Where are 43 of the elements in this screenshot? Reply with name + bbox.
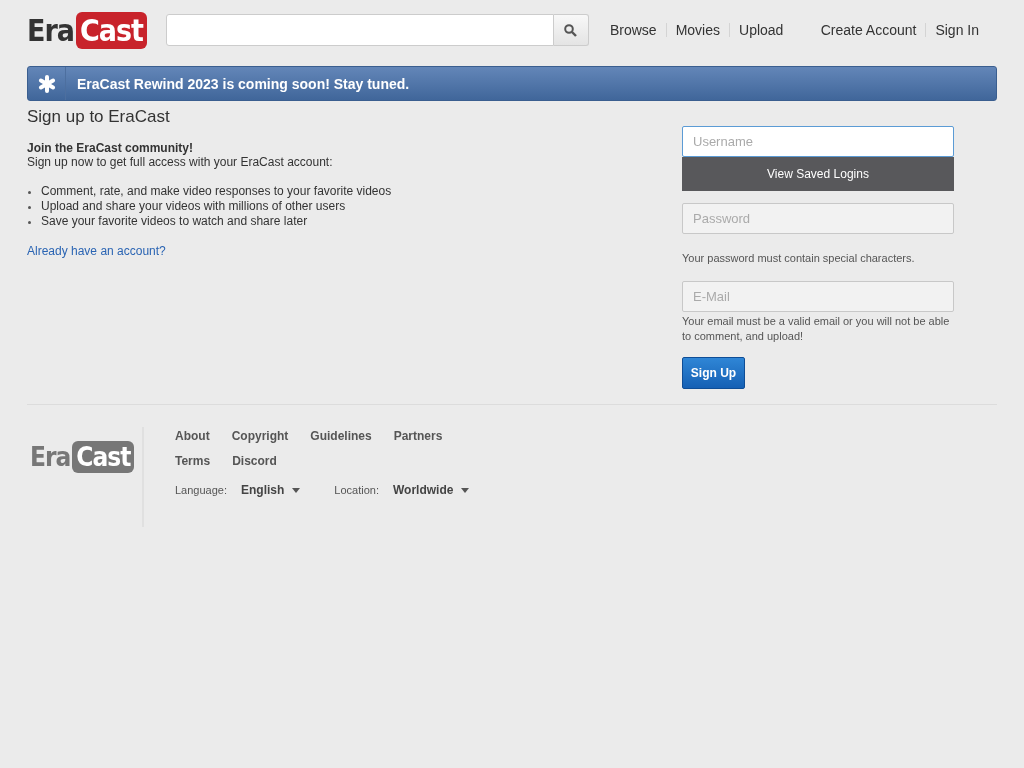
email-field[interactable]: E-Mail <box>682 281 954 312</box>
language-label: Language: <box>175 484 227 496</box>
footer-link[interactable]: Partners <box>393 429 443 443</box>
location-select[interactable]: Worldwide <box>389 483 474 497</box>
caret-icon <box>461 487 470 493</box>
password-field[interactable]: Password <box>682 203 954 234</box>
benefit-item: Comment, rate, and make video responses to your favorite videos <box>41 184 392 199</box>
login-link[interactable]: Already have an account? <box>27 244 166 258</box>
footer-link[interactable]: Guidelines <box>310 429 372 443</box>
password-hint: Your password must contain special characters. <box>682 251 916 266</box>
logo-badge[interactable]: Cast <box>75 11 147 49</box>
email-hint: Your email must be a valid email or you will not be able to comment, and upload! <box>682 314 951 344</box>
intro-text: Sign up now to get full access with your EraCast account: <box>27 155 334 169</box>
logo-text: Era <box>27 12 74 48</box>
username-field[interactable]: Username <box>682 126 954 157</box>
page-title: Sign up to EraCast <box>27 107 171 127</box>
banner-text: EraCast Rewind 2023 is coming soon! Stay tuned. <box>77 75 410 92</box>
search-button[interactable] <box>553 14 589 46</box>
intro-heading: Join the EraCast community! <box>27 141 195 155</box>
nav-link[interactable]: Movies <box>665 23 729 37</box>
bullet-icon <box>28 221 31 224</box>
account-link[interactable]: Sign In <box>925 23 988 37</box>
search-field[interactable] <box>165 14 554 46</box>
logo-text: Era <box>30 442 71 472</box>
footer-link[interactable]: Terms <box>175 454 211 468</box>
language-select[interactable]: English <box>237 483 305 497</box>
benefit-item: Upload and share your videos with millions of other users <box>41 199 346 214</box>
account-link[interactable]: Create Account <box>811 23 926 37</box>
footer-link[interactable]: About <box>175 429 210 443</box>
caret-icon <box>292 487 301 493</box>
nav-link[interactable]: Upload <box>729 23 793 37</box>
nav-link[interactable]: Browse <box>600 23 666 37</box>
bullet-icon <box>28 206 31 209</box>
saved-logins-button[interactable]: View Saved Logins <box>682 157 954 191</box>
asterisk-icon <box>37 74 56 93</box>
search-icon <box>564 23 578 37</box>
sign-up-button[interactable]: Sign Up <box>682 357 745 389</box>
bullet-icon <box>28 191 31 194</box>
footer-link[interactable]: Discord <box>232 454 277 468</box>
footer-link[interactable]: Copyright <box>231 429 289 443</box>
benefit-item: Save your favorite videos to watch and share later <box>41 214 308 229</box>
location-label: Location: <box>334 484 379 496</box>
logo-badge: Cast <box>72 441 135 473</box>
